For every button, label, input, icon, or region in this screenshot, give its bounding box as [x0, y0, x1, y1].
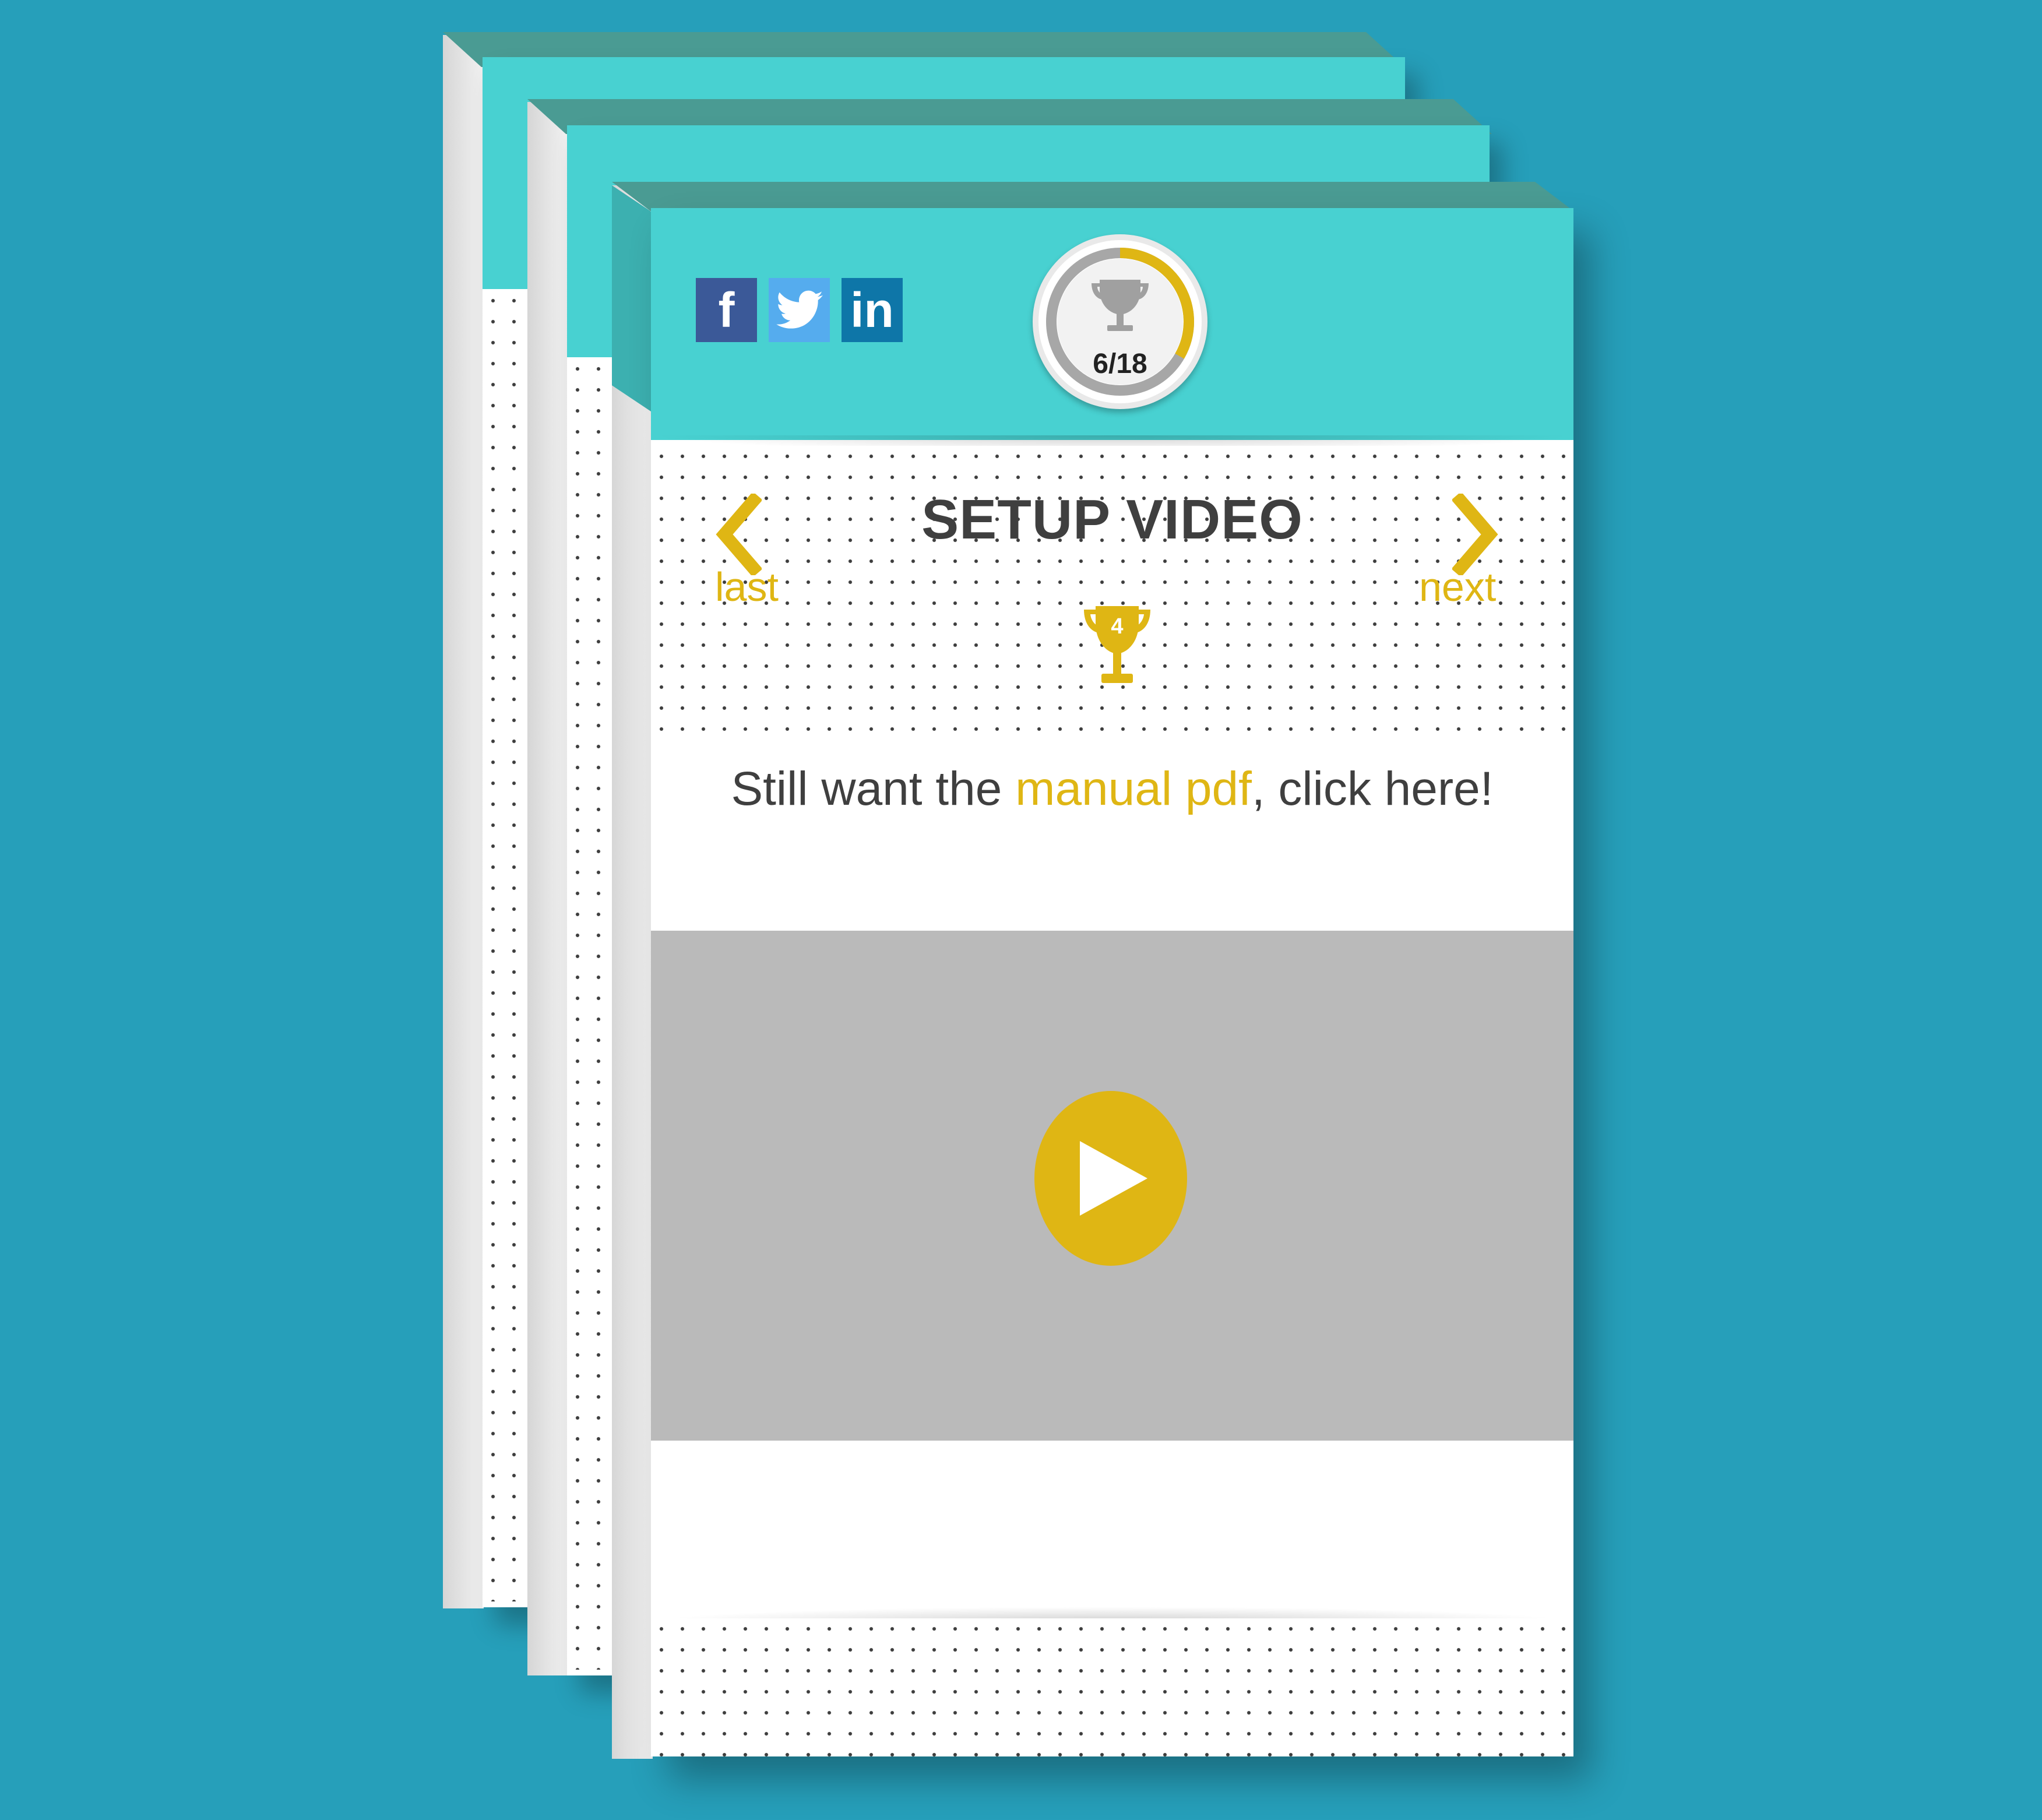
front-card-side-header: [612, 185, 653, 413]
next-label[interactable]: next: [1419, 564, 1496, 610]
trophy-points: 4: [1111, 614, 1123, 639]
play-icon: [1080, 1141, 1147, 1216]
pdf-prompt: Still want the manual pdf, click here!: [651, 762, 1573, 816]
play-button[interactable]: [1034, 1091, 1187, 1266]
manual-pdf-link[interactable]: manual pdf: [1015, 762, 1252, 815]
front-card: f in 6/18 last SETUP VIDEO next 4 Still …: [651, 208, 1573, 1756]
linkedin-icon[interactable]: in: [842, 278, 903, 342]
progress-badge: 6/18: [1033, 234, 1207, 409]
back-card-side: [443, 35, 484, 1608]
trophy-icon: 4: [1084, 606, 1150, 683]
prev-label[interactable]: last: [715, 564, 779, 610]
card-header: f in 6/18: [651, 208, 1573, 440]
front-card-side: [612, 185, 653, 1759]
twitter-bird-icon: [776, 290, 823, 329]
progress-ring: [1038, 240, 1202, 403]
progress-count: 6/18: [1093, 348, 1147, 379]
middle-card-side: [527, 102, 568, 1675]
twitter-icon[interactable]: [769, 278, 830, 342]
pdf-prefix: Still want the: [731, 762, 1016, 815]
pdf-suffix: , click here!: [1251, 762, 1494, 815]
dotted-footer-panel: [651, 1618, 1573, 1756]
chevron-right-icon[interactable]: [1452, 494, 1499, 575]
facebook-icon[interactable]: f: [696, 278, 757, 342]
page-title: SETUP VIDEO: [921, 488, 1303, 551]
video-player[interactable]: [651, 931, 1573, 1441]
front-card-top-edge: [612, 182, 1573, 211]
